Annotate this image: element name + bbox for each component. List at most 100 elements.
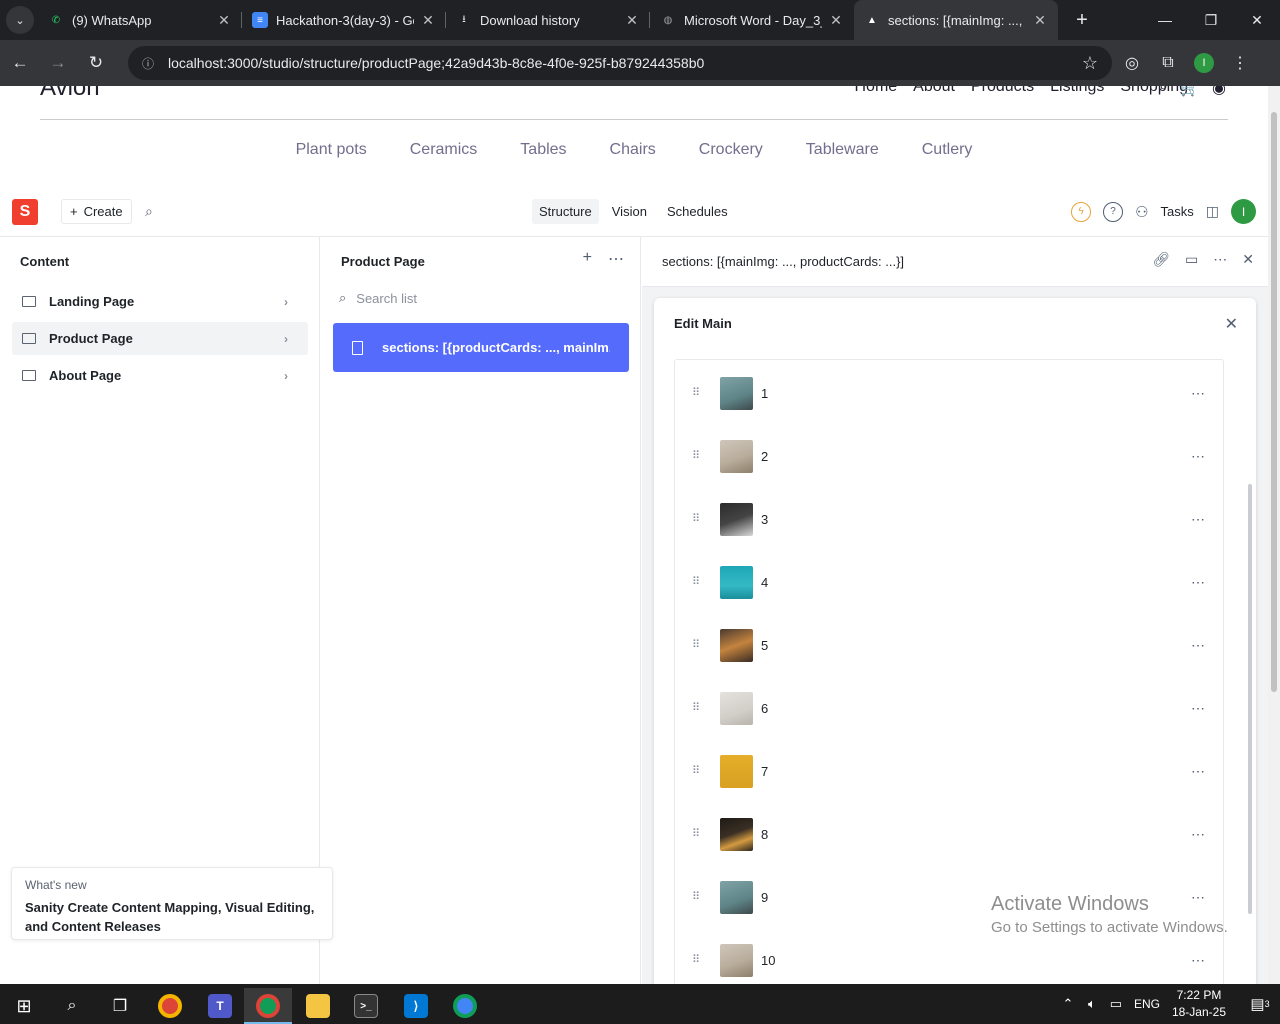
search-icon[interactable]: ⌕ xyxy=(1159,86,1168,98)
more-options-icon[interactable]: ⋯ xyxy=(1183,952,1213,969)
more-options-icon[interactable]: ⋯ xyxy=(1183,574,1213,591)
array-item[interactable]: ⠿ 6 ⋯ xyxy=(675,678,1223,738)
panel-icon[interactable]: ◫ xyxy=(1206,203,1219,220)
drag-handle-icon[interactable]: ⠿ xyxy=(692,955,702,966)
new-tab-button[interactable]: + xyxy=(1068,9,1096,32)
drag-handle-icon[interactable]: ⠿ xyxy=(692,577,702,588)
create-button[interactable]: + Create xyxy=(61,199,132,224)
user-avatar[interactable]: I xyxy=(1231,199,1256,224)
site-nav-link[interactable]: Home xyxy=(854,86,897,96)
site-nav-link[interactable]: Products xyxy=(971,86,1034,96)
close-tab-icon[interactable]: ✕ xyxy=(1032,12,1048,29)
tasks-button[interactable]: Tasks xyxy=(1161,204,1194,219)
page-scrollbar[interactable] xyxy=(1268,86,1280,984)
drag-handle-icon[interactable]: ⠿ xyxy=(692,514,702,525)
tab-search-icon[interactable]: ⌄ xyxy=(6,6,34,34)
category-link[interactable]: Chairs xyxy=(610,141,656,159)
url-input[interactable]: ⓘ localhost:3000/studio/structure/produc… xyxy=(128,46,1112,80)
array-item[interactable]: ⠿ 4 ⋯ xyxy=(675,552,1223,612)
array-item[interactable]: ⠿ 1 ⋯ xyxy=(675,363,1223,423)
teams-icon[interactable]: T xyxy=(196,988,244,1024)
add-document-icon[interactable]: + xyxy=(583,249,592,269)
minimize-icon[interactable]: — xyxy=(1142,0,1188,40)
more-options-icon[interactable]: ⋯ xyxy=(1183,763,1213,780)
more-options-icon[interactable]: ⋯ xyxy=(1183,826,1213,843)
more-options-icon[interactable]: ⋯ xyxy=(608,249,624,269)
cart-icon[interactable]: 🛒 xyxy=(1180,86,1200,98)
sanity-logo[interactable]: S xyxy=(12,199,38,225)
more-options-icon[interactable]: ⋯ xyxy=(1183,448,1213,465)
document-list-item[interactable]: sections: [{productCards: ..., mainIm... xyxy=(333,323,629,372)
more-options-icon[interactable]: ⋯ xyxy=(1183,637,1213,654)
site-nav-link[interactable]: About xyxy=(913,86,955,96)
drag-handle-icon[interactable]: ⠿ xyxy=(692,640,702,651)
language-indicator[interactable]: ENG xyxy=(1134,997,1160,1011)
tool-tab-vision[interactable]: Vision xyxy=(605,199,654,224)
browser-menu-icon[interactable]: ⋮ xyxy=(1224,47,1256,79)
people-icon[interactable]: ⚇ xyxy=(1135,203,1148,221)
array-item[interactable]: ⠿ 3 ⋯ xyxy=(675,489,1223,549)
array-item[interactable]: ⠿ 8 ⋯ xyxy=(675,804,1223,864)
more-options-icon[interactable]: ⋯ xyxy=(1183,700,1213,717)
drag-handle-icon[interactable]: ⠿ xyxy=(692,892,702,903)
chevron-up-icon[interactable]: ⌃ xyxy=(1056,996,1080,1012)
content-item[interactable]: About Page › xyxy=(12,359,308,392)
category-link[interactable]: Tables xyxy=(520,141,566,159)
scrollbar-thumb[interactable] xyxy=(1271,112,1277,692)
category-link[interactable]: Cutlery xyxy=(922,141,973,159)
content-item[interactable]: Landing Page › xyxy=(12,285,308,318)
close-tab-icon[interactable]: ✕ xyxy=(216,12,232,29)
drag-handle-icon[interactable]: ⠿ xyxy=(692,451,702,462)
bolt-icon[interactable]: ϟ xyxy=(1071,201,1092,222)
close-tab-icon[interactable]: ✕ xyxy=(828,12,844,29)
network-icon[interactable]: ▭ xyxy=(1104,996,1128,1012)
extensions-puzzle-icon[interactable]: ⧉ xyxy=(1152,47,1184,79)
category-link[interactable]: Crockery xyxy=(699,141,763,159)
close-tab-icon[interactable]: ✕ xyxy=(420,12,436,29)
content-item[interactable]: Product Page › xyxy=(12,322,308,355)
bookmark-star-icon[interactable]: ☆ xyxy=(1082,53,1098,74)
chrome-profile-icon[interactable] xyxy=(244,988,292,1024)
browser-tab[interactable]: ≡ Hackathon-3(day-3) - Go ✕ xyxy=(242,0,446,40)
browser-tab[interactable]: ⭳ Download history ✕ xyxy=(446,0,650,40)
more-options-icon[interactable]: ⋯ xyxy=(1183,385,1213,402)
more-options-icon[interactable]: ⋯ xyxy=(1183,511,1213,528)
array-item[interactable]: ⠿ 2 ⋯ xyxy=(675,426,1223,486)
user-icon[interactable]: ◉ xyxy=(1212,86,1226,98)
search-icon[interactable]: ⌕ xyxy=(48,988,96,1024)
chrome-window-icon[interactable] xyxy=(441,988,489,1024)
site-nav-link[interactable]: Listings xyxy=(1050,86,1104,96)
notifications-icon[interactable]: ▤ 3 xyxy=(1240,984,1280,1024)
browser-tab[interactable]: ✆ (9) WhatsApp ✕ xyxy=(38,0,242,40)
close-dialog-icon[interactable]: ✕ xyxy=(1225,314,1238,334)
tool-tab-schedules[interactable]: Schedules xyxy=(660,199,735,224)
clock[interactable]: 7:22 PM 18-Jan-25 xyxy=(1172,987,1226,1021)
close-tab-icon[interactable]: ✕ xyxy=(624,12,640,29)
url-text[interactable]: localhost:3000/studio/structure/productP… xyxy=(168,55,1082,71)
category-link[interactable]: Plant pots xyxy=(296,141,367,159)
restore-icon[interactable]: ❐ xyxy=(1188,0,1234,40)
tool-tab-structure[interactable]: Structure xyxy=(532,199,599,224)
extension-icon[interactable]: ◎ xyxy=(1116,47,1148,79)
comment-icon[interactable]: ▭ xyxy=(1185,251,1198,268)
drag-handle-icon[interactable]: ⠿ xyxy=(692,766,702,777)
file-explorer-icon[interactable] xyxy=(294,988,342,1024)
profile-button[interactable]: I xyxy=(1188,47,1220,79)
site-info-icon[interactable]: ⓘ xyxy=(142,55,162,72)
array-item[interactable]: ⠿ 7 ⋯ xyxy=(675,741,1223,801)
volume-icon[interactable]: 🔈︎ xyxy=(1080,996,1104,1012)
category-link[interactable]: Tableware xyxy=(806,141,879,159)
search-icon[interactable]: ⌕ xyxy=(145,203,153,220)
vscode-icon[interactable]: ⟩ xyxy=(392,988,440,1024)
back-icon[interactable]: ← xyxy=(2,45,38,81)
close-window-icon[interactable]: ✕ xyxy=(1234,0,1280,40)
link-icon[interactable]: 🔗︎ xyxy=(1152,251,1170,268)
browser-tab[interactable]: ▲ sections: [{mainImg: ..., pr ✕ xyxy=(854,0,1058,40)
dialog-scrollbar[interactable] xyxy=(1248,484,1252,914)
terminal-icon[interactable]: >_ xyxy=(342,988,390,1024)
forward-icon[interactable]: → xyxy=(40,45,76,81)
category-link[interactable]: Ceramics xyxy=(410,141,478,159)
windows-start-icon[interactable]: ⊞ xyxy=(0,988,48,1024)
more-options-icon[interactable]: ⋯ xyxy=(1213,251,1227,268)
drag-handle-icon[interactable]: ⠿ xyxy=(692,829,702,840)
